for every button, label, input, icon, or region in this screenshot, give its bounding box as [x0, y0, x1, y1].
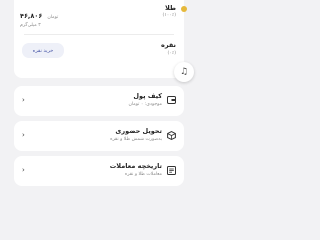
silver-percent: (۰٪): [167, 51, 176, 56]
delivery-box-icon: [166, 130, 176, 140]
buy-silver-button[interactable]: خرید نقره: [22, 43, 64, 58]
music-note-icon[interactable]: ♫: [174, 62, 194, 82]
chevron-left-icon: ‹: [22, 131, 25, 139]
divider: [24, 34, 174, 35]
menu-item-title: تحویل حضوری: [115, 127, 162, 135]
menu-item-wallet[interactable]: کیف پول موجودی: ۰ تومان ‹: [14, 86, 184, 116]
app-screen: طلا (۱۰۰٪) تومان ۴۶,۸۰۶ ۳ میلی‌گرم نقره …: [0, 0, 200, 200]
chevron-left-icon: ‹: [22, 96, 25, 104]
menu-item-subtitle: معاملات طلا و نقره: [124, 172, 162, 177]
gold-amount-unit: تومان: [47, 15, 59, 20]
menu-item-title: تاریخچه معاملات: [109, 162, 162, 170]
silver-title: نقره: [161, 41, 176, 49]
wallet-icon: [166, 95, 176, 105]
gold-title: طلا: [164, 4, 176, 12]
assets-card: طلا (۱۰۰٪) تومان ۴۶,۸۰۶ ۳ میلی‌گرم نقره …: [14, 0, 187, 78]
menu-item-title: کیف پول: [133, 92, 162, 100]
gold-amount-value: ۴۶,۸۰۶: [20, 12, 43, 20]
menu-item-subtitle: موجودی: ۰ تومان: [128, 102, 162, 107]
silver-row: نقره (۰٪) خرید نقره: [14, 38, 184, 74]
gold-row[interactable]: طلا (۱۰۰٪) تومان ۴۶,۸۰۶ ۳ میلی‌گرم: [14, 0, 187, 32]
menu-item-subtitle: به‌صورت شمش طلا و نقره: [110, 137, 162, 142]
chevron-left-icon: ‹: [22, 166, 25, 174]
gold-weight: ۳ میلی‌گرم: [20, 23, 41, 28]
gold-percent: (۱۰۰٪): [162, 13, 176, 18]
menu-item-history[interactable]: تاریخچه معاملات معاملات طلا و نقره ‹: [14, 156, 184, 186]
menu-item-delivery[interactable]: تحویل حضوری به‌صورت شمش طلا و نقره ‹: [14, 121, 184, 151]
history-icon: [166, 165, 176, 175]
gold-indicator-icon: [181, 6, 187, 12]
